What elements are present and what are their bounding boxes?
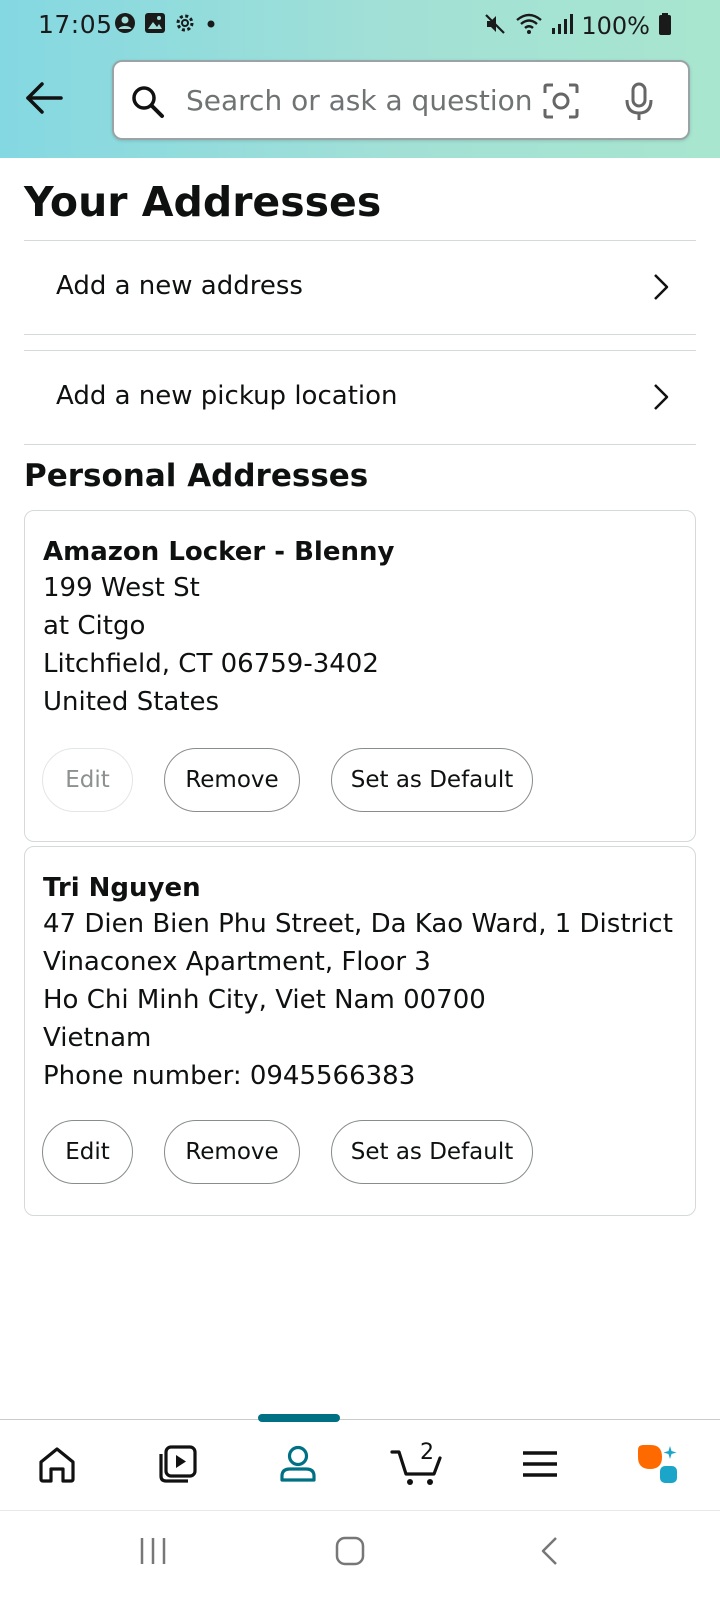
address-line: at Citgo: [43, 611, 146, 641]
edit-button: Edit: [42, 748, 133, 812]
account-icon: [278, 1444, 318, 1488]
battery-icon: [658, 12, 672, 40]
wifi-icon: [515, 12, 543, 40]
gallery-icon: [144, 12, 166, 38]
search-placeholder: Search or ask a question: [186, 84, 533, 117]
add-new-address-link[interactable]: Add a new address: [24, 240, 696, 332]
recent-apps-icon[interactable]: [138, 1535, 168, 1571]
nav-account[interactable]: [268, 1438, 328, 1494]
settings-gear-icon: [174, 12, 196, 38]
address-line: Vinaconex Apartment, Floor 3: [43, 947, 431, 977]
back-button[interactable]: [22, 78, 66, 122]
video-icon: [158, 1444, 198, 1488]
nav-menu[interactable]: [510, 1438, 570, 1494]
set-as-default-button[interactable]: Set as Default: [331, 1120, 533, 1184]
phone-number: Phone number: 0945566383: [43, 1061, 416, 1091]
add-new-pickup-location-label: Add a new pickup location: [56, 381, 398, 411]
edit-button[interactable]: Edit: [42, 1120, 133, 1184]
add-new-pickup-location-link[interactable]: Add a new pickup location: [24, 350, 696, 442]
address-card: Amazon Locker - Blenny 199 West St at Ci…: [24, 510, 696, 842]
camera-search-icon[interactable]: [542, 82, 580, 124]
rufus-assistant-icon: [635, 1442, 681, 1490]
home-icon: [37, 1445, 77, 1487]
address-line: Litchfield, CT 06759-3402: [43, 649, 379, 679]
page-title: Your Addresses: [24, 178, 382, 226]
system-navigation-bar: [0, 1510, 720, 1600]
status-bar: 17:05 100%: [0, 0, 720, 52]
signal-icon: [551, 12, 574, 40]
divider: [24, 334, 696, 335]
chevron-right-icon: [652, 272, 670, 306]
address-name: Amazon Locker - Blenny: [43, 537, 395, 567]
notification-dot-icon: [204, 12, 218, 38]
section-title: Personal Addresses: [24, 458, 369, 494]
add-new-address-label: Add a new address: [56, 271, 303, 301]
remove-button[interactable]: Remove: [164, 1120, 300, 1184]
status-system-icons: 100%: [483, 12, 672, 40]
app-header: 17:05 100% Search or ask a question: [0, 0, 720, 158]
mute-icon: [483, 12, 507, 40]
search-input[interactable]: Search or ask a question: [112, 60, 690, 140]
menu-icon: [521, 1449, 559, 1483]
account-circle-icon: [114, 12, 136, 38]
status-time: 17:05: [38, 10, 113, 39]
bottom-navigation: 2: [0, 1414, 720, 1509]
address-card: Tri Nguyen 47 Dien Bien Phu Street, Da K…: [24, 846, 696, 1216]
search-icon: [130, 84, 166, 124]
battery-percent: 100%: [581, 12, 650, 40]
chevron-right-icon: [652, 382, 670, 416]
home-button-icon[interactable]: [334, 1535, 366, 1571]
address-name: Tri Nguyen: [43, 873, 201, 903]
address-line: United States: [43, 687, 220, 717]
set-as-default-button[interactable]: Set as Default: [331, 748, 533, 812]
address-line: Vietnam: [43, 1023, 152, 1053]
status-notification-icons: [114, 12, 218, 38]
cart-icon: 2: [390, 1440, 446, 1488]
divider: [24, 444, 696, 445]
address-line: 47 Dien Bien Phu Street, Da Kao Ward, 1 …: [43, 909, 673, 939]
nav-assistant[interactable]: [628, 1438, 688, 1494]
address-line: Ho Chi Minh City, Viet Nam 00700: [43, 985, 486, 1015]
remove-button[interactable]: Remove: [164, 748, 300, 812]
cart-count-badge: 2: [420, 1440, 434, 1465]
address-line: 199 West St: [43, 573, 200, 603]
nav-video[interactable]: [148, 1438, 208, 1494]
back-arrow-icon: [24, 81, 64, 119]
nav-home[interactable]: [27, 1438, 87, 1494]
microphone-icon[interactable]: [624, 82, 654, 126]
nav-cart[interactable]: 2: [388, 1438, 448, 1494]
active-tab-indicator: [258, 1414, 340, 1422]
system-back-icon[interactable]: [538, 1535, 562, 1571]
